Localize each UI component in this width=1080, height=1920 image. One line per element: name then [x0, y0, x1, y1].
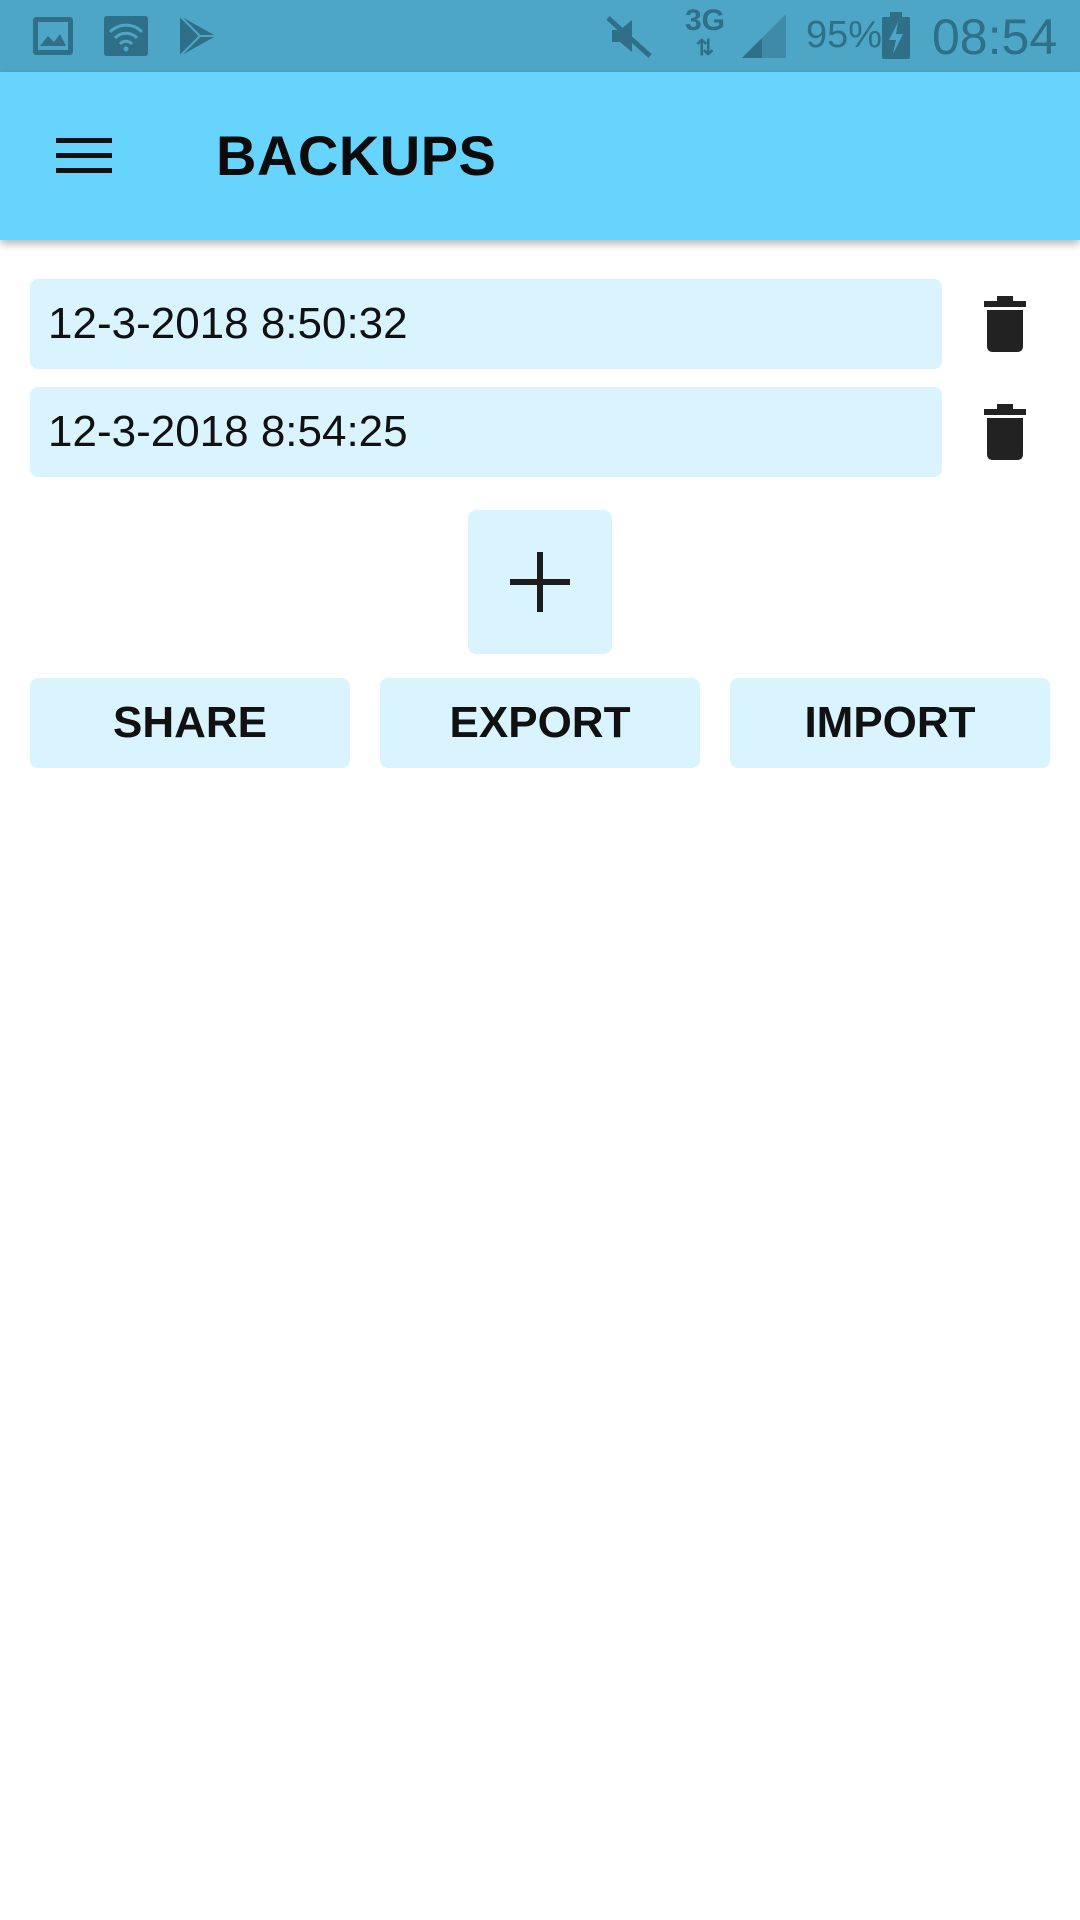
page-title: BACKUPS [216, 124, 497, 187]
battery-charging-icon [882, 12, 910, 59]
gallery-icon [33, 17, 73, 55]
hamburger-menu-icon [56, 138, 112, 173]
trash-icon [984, 296, 1026, 352]
backup-item[interactable]: 12-3-2018 8:54:25 [30, 387, 942, 477]
export-button[interactable]: EXPORT [380, 678, 700, 768]
status-bar: 3G ⇅ 95% 08:54 [0, 0, 1080, 72]
backup-row: 12-3-2018 8:54:25 [30, 387, 1050, 477]
import-button[interactable]: IMPORT [730, 678, 1050, 768]
share-button[interactable]: SHARE [30, 678, 350, 768]
network-3g-icon: 3G ⇅ [685, 4, 726, 60]
clock: 08:54 [932, 9, 1058, 65]
plus-icon [510, 552, 570, 612]
battery-percentage: 95% [806, 14, 883, 56]
backup-row: 12-3-2018 8:50:32 [30, 279, 1050, 369]
delete-backup-button[interactable] [960, 387, 1050, 477]
wifi-icon [104, 16, 148, 56]
trash-icon [984, 404, 1026, 460]
signal-icon [742, 14, 786, 58]
delete-backup-button[interactable] [960, 279, 1050, 369]
backup-item[interactable]: 12-3-2018 8:50:32 [30, 279, 942, 369]
menu-button[interactable] [36, 114, 132, 198]
add-backup-button[interactable] [468, 510, 612, 654]
app-bar: BACKUPS [0, 72, 1080, 240]
mute-icon [606, 16, 652, 58]
play-store-icon [179, 15, 216, 57]
